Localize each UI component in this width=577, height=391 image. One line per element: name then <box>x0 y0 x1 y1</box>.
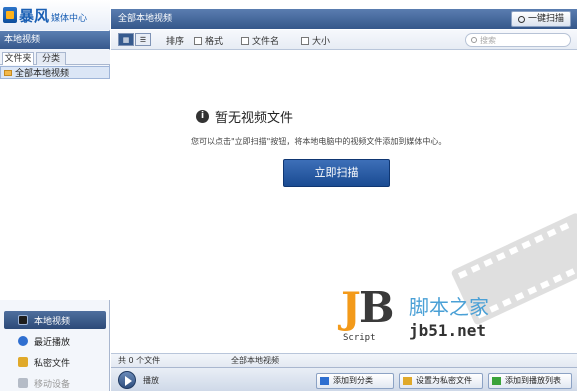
watermark-chinese: 脚本之家 <box>409 295 489 319</box>
search-input[interactable]: 搜索 <box>465 33 571 47</box>
page-title: 全部本地视频 <box>118 14 173 24</box>
nav-label: 私密文件 <box>34 358 71 369</box>
main-title-bar: 全部本地视频 一键扫描 <box>111 9 577 29</box>
format-label: 格式 <box>205 37 224 47</box>
play-label: 播放 <box>143 376 159 385</box>
search-icon <box>471 37 477 43</box>
format-icon <box>194 36 202 45</box>
scan-now-button[interactable]: 立即扫描 <box>283 159 390 187</box>
filename-icon <box>241 36 249 45</box>
library-item-label: 全部本地视频 <box>15 69 70 79</box>
sort-button[interactable]: 排序 <box>166 34 184 47</box>
add-playlist-icon <box>492 377 501 385</box>
toolbar: ▦ ☰ 排序 格式 文件名 大小 搜索 <box>111 30 577 50</box>
film-icon <box>18 315 28 325</box>
add-to-category-label: 添加到分类 <box>333 376 373 385</box>
add-to-category-button[interactable]: 添加到分类 <box>316 373 394 389</box>
add-category-icon <box>320 377 329 385</box>
search-icon <box>517 15 525 23</box>
nav-label: 最近播放 <box>34 337 71 348</box>
play-button[interactable] <box>118 371 136 389</box>
library-tabs: 文件夹 分类 <box>0 50 110 65</box>
main-panel: 全部本地视频 一键扫描 ▦ ☰ 排序 格式 文件名 大小 搜索 i 暂无视频文件… <box>111 0 577 391</box>
format-button[interactable]: 格式 <box>194 34 223 47</box>
logo-text: 暴风 <box>19 6 50 25</box>
nav-recent-play[interactable]: 最近播放 <box>0 332 110 350</box>
library-item-all-videos[interactable]: 全部本地视频 <box>0 66 110 79</box>
clock-icon <box>18 336 28 346</box>
nav-private-files[interactable]: 私密文件 <box>0 353 110 371</box>
nav-label: 移动设备 <box>34 379 71 390</box>
status-bar: 共 0 个文件 全部本地视频 <box>111 353 577 367</box>
list-view-button[interactable]: ☰ <box>135 33 151 46</box>
filename-button[interactable]: 文件名 <box>241 34 279 47</box>
filename-label: 文件名 <box>252 37 280 47</box>
watermark-letter-b: B <box>359 283 395 332</box>
app-logo: 暴风 媒体中心 <box>0 0 110 30</box>
add-to-playlist-button[interactable]: 添加到播放列表 <box>488 373 572 389</box>
size-label: 大小 <box>312 37 331 47</box>
empty-state-title: i 暂无视频文件 <box>196 107 293 126</box>
left-nav: 本地视频 最近播放 私密文件 移动设备 <box>0 311 110 391</box>
watermark-url: jb51.net <box>409 321 487 340</box>
empty-title-text: 暂无视频文件 <box>215 111 294 126</box>
status-mode: 全部本地视频 <box>231 356 279 365</box>
logo-icon <box>3 7 17 23</box>
set-private-label: 设置为私密文件 <box>416 376 472 385</box>
lock-icon <box>18 357 28 367</box>
one-click-scan-button[interactable]: 一键扫描 <box>511 11 571 27</box>
left-panel: 暴风 媒体中心 本地视频 文件夹 分类 全部本地视频 本地视频 最近播放 私密文… <box>0 0 110 391</box>
library-list: 全部本地视频 <box>0 66 110 300</box>
scan-button-label: 一键扫描 <box>527 14 564 24</box>
tab-folder[interactable]: 文件夹 <box>2 52 34 65</box>
info-icon: i <box>196 110 209 123</box>
library-header: 本地视频 <box>0 31 110 49</box>
watermark-letter-j: J <box>341 283 361 332</box>
icon-view-button[interactable]: ▦ <box>118 33 134 46</box>
search-placeholder: 搜索 <box>480 35 496 45</box>
lock-icon <box>403 377 412 385</box>
set-private-button[interactable]: 设置为私密文件 <box>399 373 483 389</box>
video-content-area: i 暂无视频文件 您可以点击"立即扫描"按钮，将本地电脑中的视频文件添加到媒体中… <box>111 51 577 353</box>
file-count: 共 0 个文件 <box>118 356 161 365</box>
nav-local-video[interactable]: 本地视频 <box>4 311 106 329</box>
bottom-bar: 播放 添加到分类 设置为私密文件 添加到播放列表 <box>111 367 577 391</box>
folder-icon <box>4 69 12 76</box>
sort-label: 排序 <box>166 37 185 47</box>
empty-state-description: 您可以点击"立即扫描"按钮，将本地电脑中的视频文件添加到媒体中心。 <box>191 137 447 146</box>
nav-label: 本地视频 <box>34 316 71 327</box>
device-icon <box>18 378 28 388</box>
watermark: J B Script 脚本之家 jb51.net <box>341 283 561 353</box>
watermark-script: Script <box>343 333 376 343</box>
nav-mobile-device[interactable]: 移动设备 <box>0 374 110 391</box>
tab-category[interactable]: 分类 <box>36 52 66 65</box>
size-icon <box>301 36 309 45</box>
logo-subtext: 媒体中心 <box>51 13 88 24</box>
add-to-playlist-label: 添加到播放列表 <box>505 376 561 385</box>
size-button[interactable]: 大小 <box>301 34 330 47</box>
